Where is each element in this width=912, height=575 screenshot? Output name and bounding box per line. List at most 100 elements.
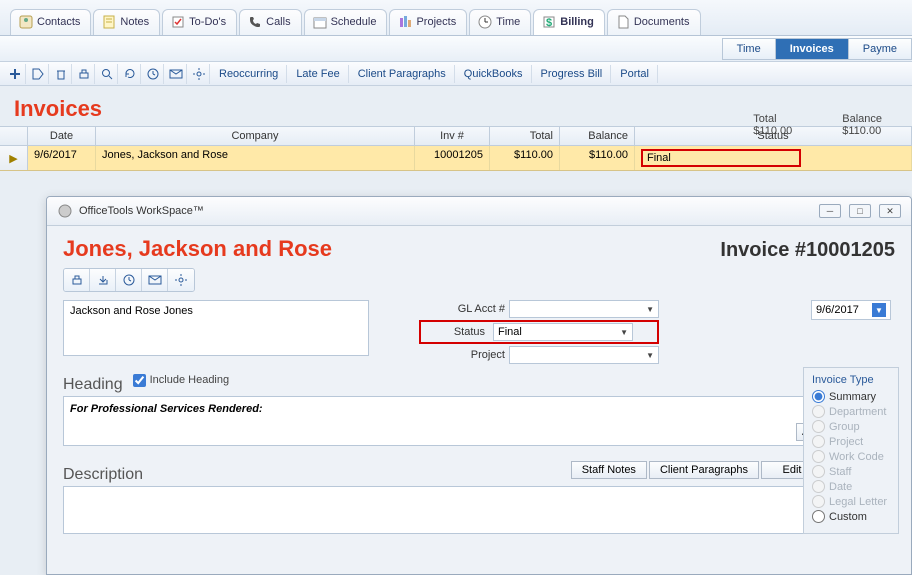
heading-textbox[interactable]: For Professional Services Rendered: … (63, 396, 823, 446)
status-label: Status (423, 326, 489, 338)
invoice-toolbar: Reoccurring Late Fee Client Paragraphs Q… (0, 62, 912, 86)
minimize-button[interactable]: ─ (819, 204, 841, 218)
gl-acct-dropdown[interactable]: ▼ (509, 300, 659, 318)
balance-label: Balance (842, 113, 882, 125)
tab-time[interactable]: Time (469, 9, 531, 35)
chevron-down-icon: ▼ (646, 351, 654, 360)
maximize-button[interactable]: □ (849, 204, 871, 218)
row-indicator-icon: ▶ (0, 146, 28, 170)
invtype-project: Project (812, 435, 890, 448)
invtype-department: Department (812, 405, 890, 418)
tab-time-label: Time (496, 16, 520, 28)
description-label: Description (63, 466, 143, 484)
cell-inv: 10001205 (415, 146, 490, 170)
totals-block: Total$110.00 Balance$110.00 (753, 113, 882, 137)
modal-mail-icon[interactable] (142, 269, 168, 291)
include-heading-checkbox[interactable]: Include Heading (133, 374, 230, 387)
invoice-company-name: Jones, Jackson and Rose (63, 236, 332, 262)
billing-icon: $ (542, 15, 556, 29)
tab-notes-label: Notes (120, 16, 149, 28)
window-title: OfficeTools WorkSpace™ (79, 205, 819, 217)
status-field-highlighted: Status Final▼ (419, 320, 659, 344)
invtype-work-code: Work Code (812, 450, 890, 463)
chevron-down-icon: ▼ (872, 303, 886, 317)
tab-notes[interactable]: Notes (93, 9, 160, 35)
status-dropdown[interactable]: Final▼ (493, 323, 633, 341)
subtab-payme[interactable]: Payme (848, 38, 912, 60)
invoice-date-picker[interactable]: 9/6/2017▼ (811, 300, 891, 320)
total-value: $110.00 (753, 125, 792, 137)
mail-icon[interactable] (165, 64, 187, 84)
documents-icon (616, 15, 630, 29)
col-inv[interactable]: Inv # (415, 127, 490, 145)
subtab-invoices[interactable]: Invoices (775, 38, 848, 60)
modal-export-icon[interactable] (90, 269, 116, 291)
cell-balance: $110.00 (560, 146, 635, 170)
modal-clock-icon[interactable] (116, 269, 142, 291)
client-name-box[interactable]: Jackson and Rose Jones (63, 300, 369, 356)
table-row[interactable]: ▶ 9/6/2017 Jones, Jackson and Rose 10001… (0, 146, 912, 171)
refresh-icon[interactable] (119, 64, 141, 84)
col-date[interactable]: Date (28, 127, 96, 145)
include-heading-text: Include Heading (150, 374, 230, 386)
tab-projects[interactable]: Projects (389, 9, 467, 35)
tab-contacts-label: Contacts (37, 16, 80, 28)
col-balance[interactable]: Balance (560, 127, 635, 145)
portal-button[interactable]: Portal (612, 65, 658, 83)
delete-icon[interactable] (50, 64, 72, 84)
main-tabs: Contacts Notes To-Do's Calls Schedule Pr… (0, 0, 912, 36)
cell-company: Jones, Jackson and Rose (96, 146, 415, 170)
tab-calls[interactable]: Calls (239, 9, 301, 35)
project-dropdown[interactable]: ▼ (509, 346, 659, 364)
tab-documents[interactable]: Documents (607, 9, 701, 35)
invoice-detail-window: OfficeTools WorkSpace™ ─ □ ✕ Jones, Jack… (46, 196, 912, 575)
modal-print-icon[interactable] (64, 269, 90, 291)
print-icon[interactable] (73, 64, 95, 84)
todos-icon (171, 15, 185, 29)
col-total[interactable]: Total (490, 127, 560, 145)
tab-todos[interactable]: To-Do's (162, 9, 237, 35)
subtab-time[interactable]: Time (722, 38, 775, 60)
add-button[interactable] (4, 64, 26, 84)
clock-icon[interactable] (142, 64, 164, 84)
invtype-summary[interactable]: Summary (812, 390, 890, 403)
invtype-custom[interactable]: Custom (812, 510, 890, 523)
total-label: Total (753, 113, 792, 125)
modal-gear-icon[interactable] (168, 269, 194, 291)
quickbooks-button[interactable]: QuickBooks (456, 65, 532, 83)
balance-value: $110.00 (842, 125, 882, 137)
progress-bill-button[interactable]: Progress Bill (533, 65, 612, 83)
heading-label: Heading (63, 376, 123, 394)
search-icon[interactable] (96, 64, 118, 84)
client-paragraphs-button[interactable]: Client Paragraphs (350, 65, 455, 83)
tab-billing[interactable]: $ Billing (533, 9, 605, 35)
description-textbox[interactable] (63, 486, 823, 534)
invoice-number: Invoice #10001205 (720, 239, 895, 262)
tab-billing-label: Billing (560, 16, 594, 28)
phone-icon (248, 15, 262, 29)
projects-icon (398, 15, 412, 29)
tag-icon[interactable] (27, 64, 49, 84)
reoccurring-button[interactable]: Reoccurring (211, 65, 287, 83)
close-button[interactable]: ✕ (879, 204, 901, 218)
chevron-down-icon: ▼ (620, 328, 628, 337)
project-label: Project (429, 349, 509, 361)
invtype-legal-letter: Legal Letter (812, 495, 890, 508)
modal-toolbar (63, 268, 195, 292)
tab-todos-label: To-Do's (189, 16, 226, 28)
tab-schedule-label: Schedule (331, 16, 377, 28)
tab-schedule[interactable]: Schedule (304, 9, 388, 35)
clock-icon (478, 15, 492, 29)
cell-status-highlighted: Final (641, 149, 801, 167)
tab-contacts[interactable]: Contacts (10, 9, 91, 35)
desc-client-paragraphs-button[interactable]: Client Paragraphs (649, 461, 759, 479)
notes-icon (102, 15, 116, 29)
col-company[interactable]: Company (96, 127, 415, 145)
invtype-date: Date (812, 480, 890, 493)
gear-icon[interactable] (188, 64, 210, 84)
calendar-icon (313, 15, 327, 29)
tab-documents-label: Documents (634, 16, 690, 28)
tab-projects-label: Projects (416, 16, 456, 28)
late-fee-button[interactable]: Late Fee (288, 65, 348, 83)
staff-notes-button[interactable]: Staff Notes (571, 461, 647, 479)
